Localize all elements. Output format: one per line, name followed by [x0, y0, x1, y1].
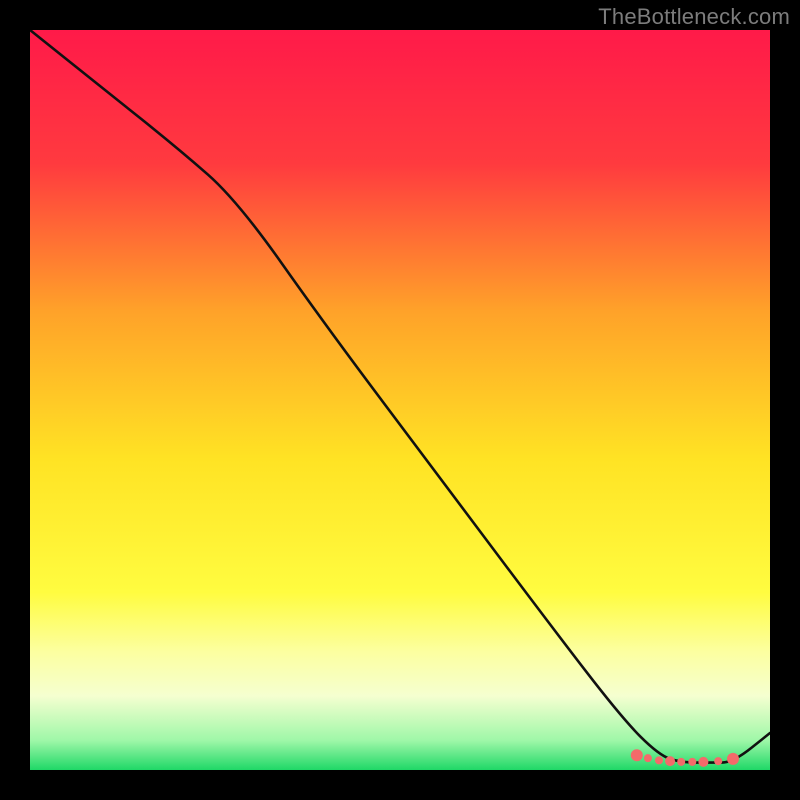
chart-svg: [30, 30, 770, 770]
chart-container: TheBottleneck.com: [0, 0, 800, 800]
data-marker: [677, 758, 685, 766]
data-marker: [644, 754, 652, 762]
marker-group: [631, 749, 739, 767]
plot-area: [30, 30, 770, 770]
attribution-label: TheBottleneck.com: [598, 4, 790, 30]
data-marker: [727, 753, 739, 765]
data-marker: [655, 756, 663, 764]
data-marker: [631, 749, 643, 761]
data-marker: [688, 758, 696, 766]
data-marker: [665, 756, 675, 766]
data-marker: [714, 757, 722, 765]
data-marker: [698, 757, 708, 767]
bottleneck-curve: [30, 30, 770, 763]
